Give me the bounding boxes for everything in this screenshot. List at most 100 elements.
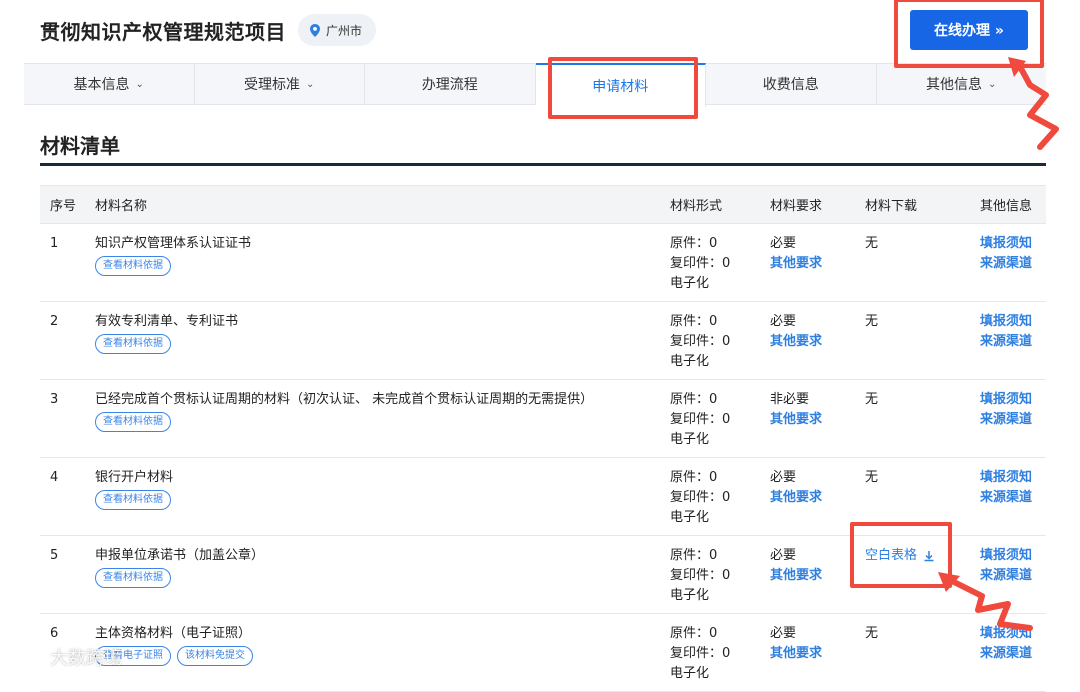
form-electronic: 电子化 xyxy=(670,510,710,525)
view-basis-tag[interactable]: 查看材料依据 xyxy=(95,256,171,276)
column-header: 序号 xyxy=(40,185,85,224)
form-copy: 复印件：0 xyxy=(670,256,731,271)
form-copy: 复印件：0 xyxy=(670,334,731,349)
form-electronic: 电子化 xyxy=(670,588,710,603)
tab-label: 收费信息 xyxy=(762,77,819,93)
form-electronic: 电子化 xyxy=(670,666,710,681)
tab-acceptance-standard[interactable]: 受理标准 ⌄ xyxy=(195,64,365,104)
column-header: 材料形式 xyxy=(660,185,760,224)
row-index: 4 xyxy=(50,470,59,485)
requirement-text: 必要 xyxy=(770,626,797,641)
other-requirements-link[interactable]: 其他要求 xyxy=(770,644,855,664)
tab-label: 办理流程 xyxy=(421,77,478,93)
column-header: 材料名称 xyxy=(85,185,660,224)
chevron-down-icon: ⌄ xyxy=(135,78,144,90)
form-original: 原件：0 xyxy=(670,392,718,407)
download-icon xyxy=(924,551,934,562)
download-label: 空白表格 xyxy=(865,548,918,563)
download-text: 无 xyxy=(865,314,879,329)
table-row: 1 知识产权管理体系认证证书 查看材料依据 原件：0 复印件：0 电子化 必要其他要… xyxy=(40,224,1046,302)
tab-label: 其他信息 xyxy=(926,77,983,93)
location-badge[interactable]: 广州市 xyxy=(298,14,377,46)
form-electronic: 电子化 xyxy=(670,354,710,369)
table-row: 5 申报单位承诺书（加盖公章） 查看材料依据 原件：0 复印件：0 电子化 必要 其他… xyxy=(40,536,1046,614)
chevron-down-icon: ⌄ xyxy=(988,78,997,90)
other-requirements-link[interactable]: 其他要求 xyxy=(770,254,855,274)
column-header: 材料下载 xyxy=(855,185,970,224)
source-channel-link[interactable]: 来源渠道 xyxy=(980,410,1046,430)
table-row: 3 已经完成首个贯标认证周期的材料（初次认证、 未完成首个贯标认证周期的无需提供… xyxy=(40,380,1046,458)
material-name: 知识产权管理体系认证证书 xyxy=(95,236,252,251)
requirement-text: 必要 xyxy=(770,470,797,485)
view-basis-tag[interactable]: 查看材料依据 xyxy=(95,568,171,588)
location-pin-icon xyxy=(310,23,320,37)
source-channel-link[interactable]: 来源渠道 xyxy=(980,644,1046,664)
requirement-text: 非必要 xyxy=(770,392,810,407)
other-requirements-link[interactable]: 其他要求 xyxy=(770,566,855,586)
row-index: 5 xyxy=(50,548,59,563)
row-index: 3 xyxy=(50,392,59,407)
fill-notice-link[interactable]: 填报须知 xyxy=(980,390,1046,410)
tab-label: 申请材料 xyxy=(592,79,649,95)
other-requirements-link[interactable]: 其他要求 xyxy=(770,488,855,508)
view-basis-tag[interactable]: 查看材料依据 xyxy=(95,412,171,432)
section-divider xyxy=(40,163,1046,166)
form-copy: 复印件：0 xyxy=(670,568,731,583)
material-name: 申报单位承诺书（加盖公章） xyxy=(95,548,265,563)
annotation-arrow-top xyxy=(1008,57,1059,150)
form-electronic: 电子化 xyxy=(670,276,710,291)
view-basis-tag[interactable]: 查看材料依据 xyxy=(95,334,171,354)
page-title: 贯彻知识产权管理规范项目 xyxy=(40,19,286,44)
view-basis-tag[interactable]: 查看材料依据 xyxy=(95,490,171,510)
download-text: 无 xyxy=(865,470,879,485)
table-header-row: 序号 材料名称 材料形式 材料要求 材料下载 其他信息 xyxy=(40,185,1046,224)
material-name: 银行开户材料 xyxy=(95,470,174,485)
material-name: 主体资格材料（电子证照） xyxy=(95,626,252,641)
blank-form-download-link[interactable]: 空白表格 xyxy=(865,546,935,566)
tab-basic-info[interactable]: 基本信息 ⌄ xyxy=(24,64,195,104)
tab-label: 基本信息 xyxy=(73,77,130,93)
form-original: 原件：0 xyxy=(670,470,718,485)
requirement-text: 必要 xyxy=(770,314,797,329)
fill-notice-link[interactable]: 填报须知 xyxy=(980,468,1046,488)
row-index: 1 xyxy=(50,236,59,251)
annotation-arrow-bottom xyxy=(938,572,1033,631)
tab-process-flow[interactable]: 办理流程 xyxy=(365,64,536,104)
download-text: 无 xyxy=(865,392,879,407)
tab-bar: 基本信息 ⌄ 受理标准 ⌄ 办理流程 申请材料 收费信息 其他信息 ⌄ xyxy=(24,63,1046,107)
fill-notice-link[interactable]: 填报须知 xyxy=(980,312,1046,332)
form-original: 原件：0 xyxy=(670,626,718,641)
table-row: 2 有效专利清单、专利证书 查看材料依据 原件：0 复印件：0 电子化 必要 其他要求… xyxy=(40,302,1046,380)
other-requirements-link[interactable]: 其他要求 xyxy=(770,410,855,430)
location-label: 广州市 xyxy=(326,23,363,38)
row-index: 2 xyxy=(50,314,59,329)
requirement-text: 必要 xyxy=(770,548,797,563)
download-text: 无 xyxy=(865,236,879,251)
page-header: 贯彻知识产权管理规范项目 广州市 xyxy=(40,12,377,48)
fill-notice-link[interactable]: 填报须知 xyxy=(980,234,1046,254)
table-row: 6 主体资格材料（电子证照） 查看电子证照 该材料免提交 原件：0 复印件：0 电子化… xyxy=(40,614,1046,692)
material-name: 已经完成首个贯标认证周期的材料（初次认证、 未完成首个贯标认证周期的无需提供） xyxy=(95,392,594,407)
online-apply-button[interactable]: 在线办理 » xyxy=(910,10,1028,50)
source-channel-link[interactable]: 来源渠道 xyxy=(980,254,1046,274)
other-requirements-link[interactable]: 其他要求 xyxy=(770,332,855,352)
source-channel-link[interactable]: 来源渠道 xyxy=(980,332,1046,352)
table-row: 4 银行开户材料 查看材料依据 原件：0 复印件：0 电子化 必要其他要求 无 填报… xyxy=(40,458,1046,536)
logo-icon xyxy=(9,648,42,665)
column-header: 材料要求 xyxy=(760,185,855,224)
tab-fee-info[interactable]: 收费信息 xyxy=(706,64,877,104)
watermark: 大数跨境 xyxy=(8,644,122,670)
requirement-text: 必要 xyxy=(770,236,797,251)
tab-application-materials[interactable]: 申请材料 xyxy=(535,63,706,107)
form-electronic: 电子化 xyxy=(670,432,710,447)
fill-notice-link[interactable]: 填报须知 xyxy=(980,546,1046,566)
source-channel-link[interactable]: 来源渠道 xyxy=(980,488,1046,508)
form-copy: 复印件：0 xyxy=(670,646,731,661)
section-title: 材料清单 xyxy=(40,134,120,158)
material-name: 有效专利清单、专利证书 xyxy=(95,314,239,329)
chevron-down-icon: ⌄ xyxy=(306,78,315,90)
materials-table: 序号 材料名称 材料形式 材料要求 材料下载 其他信息 1 知识产权管理体系认证… xyxy=(40,185,1046,692)
form-copy: 复印件：0 xyxy=(670,490,731,505)
exempt-submission-tag[interactable]: 该材料免提交 xyxy=(177,646,253,666)
form-original: 原件：0 xyxy=(670,236,718,251)
